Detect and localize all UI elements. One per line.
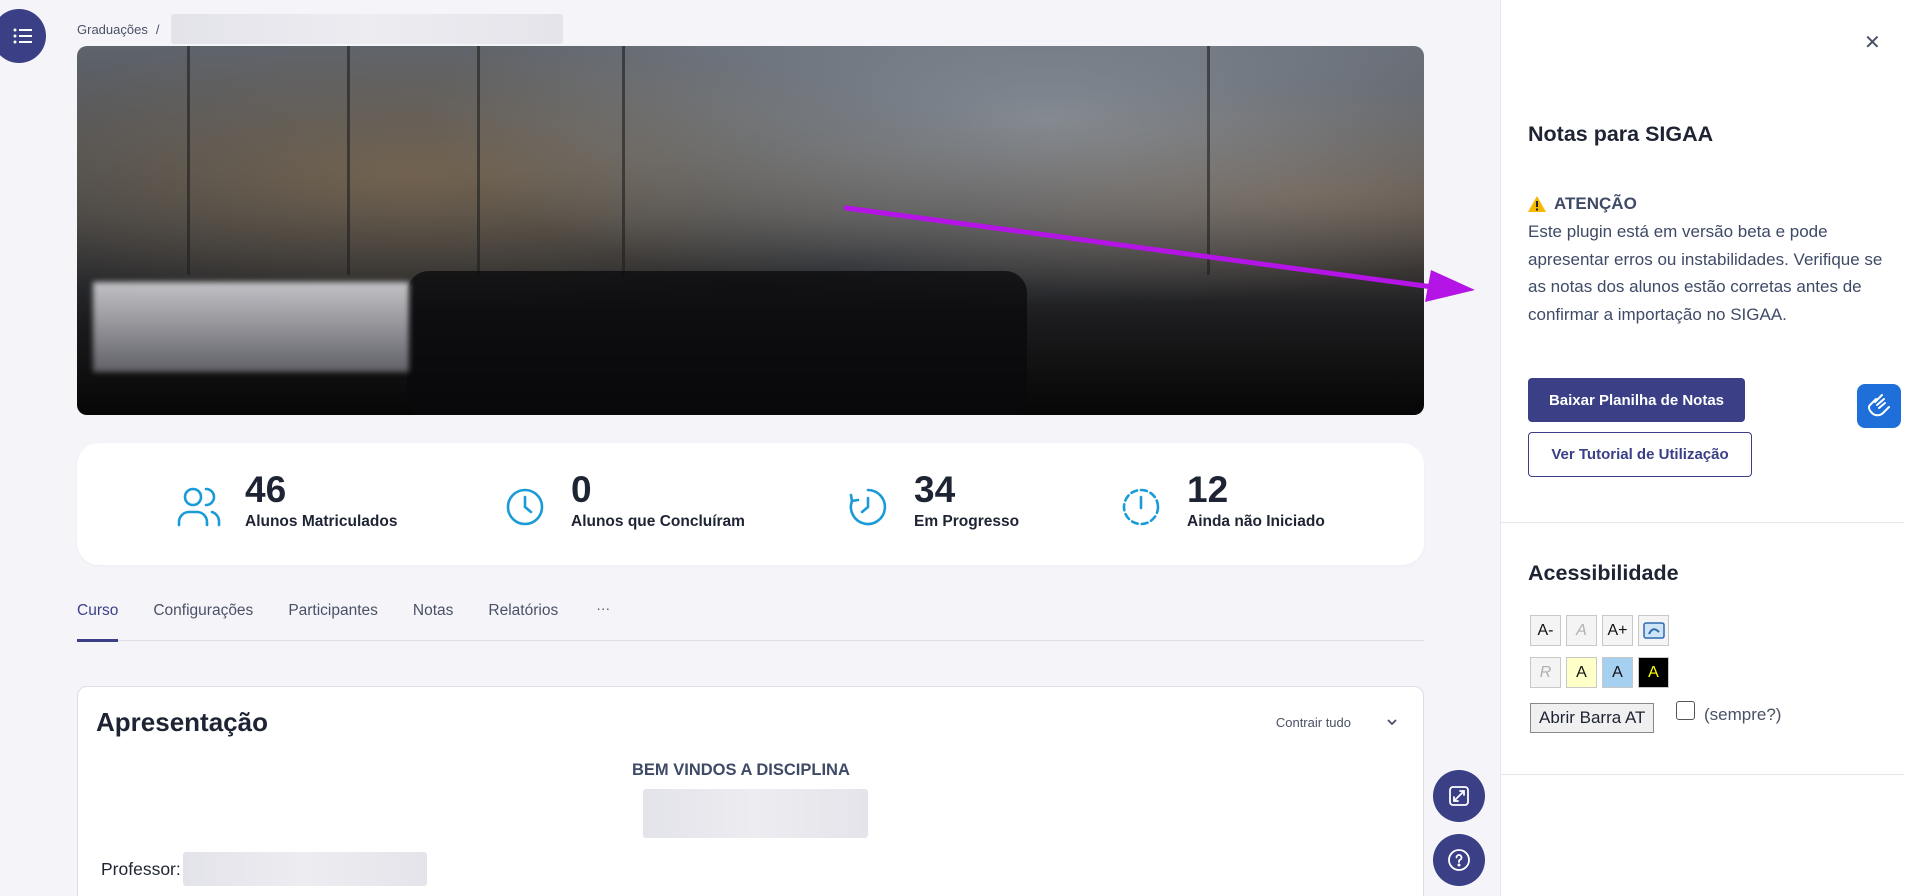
menu-toggle-button[interactable]	[0, 9, 46, 63]
collapse-all-link[interactable]: Contrair tudo	[1276, 715, 1351, 730]
stat-not-started-value: 12	[1187, 469, 1229, 510]
always-checkbox[interactable]	[1676, 701, 1695, 720]
accessibility-font-row: A- A A+	[1530, 615, 1669, 646]
warning-icon	[1528, 196, 1546, 212]
stat-not-started: 12 Ainda não Iniciado	[1117, 469, 1325, 531]
course-tabs: Curso Configurações Participantes Notas …	[77, 596, 1424, 642]
stat-completed-value: 0	[571, 469, 592, 510]
banner-window-frame	[1207, 46, 1210, 275]
stat-completed-label: Alunos que Concluíram	[571, 513, 745, 530]
breadcrumb-course-redacted	[171, 14, 564, 44]
course-name-redacted	[643, 789, 868, 838]
banner-window-frame	[347, 46, 350, 275]
drawer-divider	[1501, 774, 1914, 775]
banner-window-frame	[622, 46, 625, 275]
clock-icon	[501, 483, 549, 531]
font-increase-button[interactable]: A+	[1602, 615, 1633, 646]
sigaa-drawer: ✕ Notas para SIGAA ATENÇÃO Este plugin e…	[1500, 0, 1914, 896]
section-title: Apresentação	[96, 707, 268, 737]
scrollbar-track[interactable]	[1904, 0, 1914, 896]
help-button[interactable]	[1433, 834, 1485, 886]
stat-enrolled-value: 46	[245, 469, 287, 510]
accessibility-title: Acessibilidade	[1528, 561, 1679, 585]
attention-title: ATENÇÃO	[1554, 194, 1637, 213]
banner-laptop-shape	[407, 271, 1027, 415]
stat-in-progress-value: 34	[914, 469, 956, 510]
banner-title-redacted	[93, 282, 409, 372]
tab-participantes[interactable]: Participantes	[288, 596, 378, 641]
progress-clock-icon	[844, 483, 892, 531]
tab-configuracoes[interactable]: Configurações	[153, 596, 253, 641]
welcome-heading: BEM VINDOS A DISCIPLINA	[632, 761, 850, 779]
tab-relatorios[interactable]: Relatórios	[488, 596, 558, 641]
tutorial-button[interactable]: Ver Tutorial de Utilização	[1528, 432, 1752, 477]
course-banner-image	[77, 46, 1424, 415]
attention-text: Este plugin está em versão beta e pode a…	[1528, 222, 1883, 324]
professor-name-redacted	[182, 852, 427, 886]
stat-not-started-label: Ainda não Iniciado	[1187, 513, 1325, 530]
professor-line: Professor:	[101, 852, 427, 886]
professor-label: Professor:	[101, 858, 181, 879]
users-icon	[175, 483, 223, 531]
screen-reader-icon[interactable]	[1638, 615, 1669, 646]
breadcrumb: Graduações /	[77, 14, 564, 44]
stat-enrolled-label: Alunos Matriculados	[245, 513, 398, 530]
always-label: (sempre?)	[1704, 705, 1782, 724]
banner-window-frame	[187, 46, 190, 275]
expand-icon	[1449, 786, 1469, 806]
download-grades-button[interactable]: Baixar Planilha de Notas	[1528, 378, 1745, 422]
more-tabs-button[interactable]: ···	[596, 596, 610, 640]
breadcrumb-separator: /	[155, 21, 160, 37]
dark-theme-button[interactable]: A	[1638, 657, 1669, 688]
list-icon	[13, 28, 32, 44]
yellow-theme-button[interactable]: A	[1566, 657, 1597, 688]
drawer-divider	[1501, 522, 1914, 523]
drawer-title: Notas para SIGAA	[1528, 122, 1714, 146]
banner-window-frame	[477, 46, 480, 275]
font-reset-button[interactable]: A	[1566, 615, 1597, 646]
stat-enrolled: 46 Alunos Matriculados	[175, 469, 397, 531]
section-apresentacao: Apresentação Contrair tudo BEM VINDOS A …	[77, 686, 1424, 896]
breadcrumb-root-link[interactable]: Graduações	[77, 22, 148, 37]
fullscreen-button[interactable]	[1433, 770, 1485, 822]
font-decrease-button[interactable]: A-	[1530, 615, 1561, 646]
tab-notas[interactable]: Notas	[413, 596, 454, 641]
blue-theme-button[interactable]: A	[1602, 657, 1633, 688]
tab-curso[interactable]: Curso	[77, 596, 119, 642]
chevron-down-icon[interactable]	[1385, 715, 1399, 734]
stat-completed: 0 Alunos que Concluíram	[501, 469, 745, 531]
course-stats-card: 46 Alunos Matriculados 0 Alunos que Conc…	[77, 443, 1424, 565]
attention-heading: ATENÇÃO	[1528, 194, 1637, 214]
stat-in-progress: 34 Em Progresso	[844, 469, 1019, 531]
color-reset-button[interactable]: R	[1530, 657, 1561, 688]
open-accessibility-bar-button[interactable]: Abrir Barra AT	[1530, 703, 1655, 733]
close-icon[interactable]: ✕	[1864, 30, 1881, 55]
stat-in-progress-label: Em Progresso	[914, 513, 1020, 530]
dashed-clock-icon	[1117, 483, 1165, 531]
question-icon	[1448, 849, 1470, 871]
accessibility-color-row: R A A A	[1530, 657, 1669, 688]
vlibras-hand-icon[interactable]	[1857, 384, 1901, 428]
